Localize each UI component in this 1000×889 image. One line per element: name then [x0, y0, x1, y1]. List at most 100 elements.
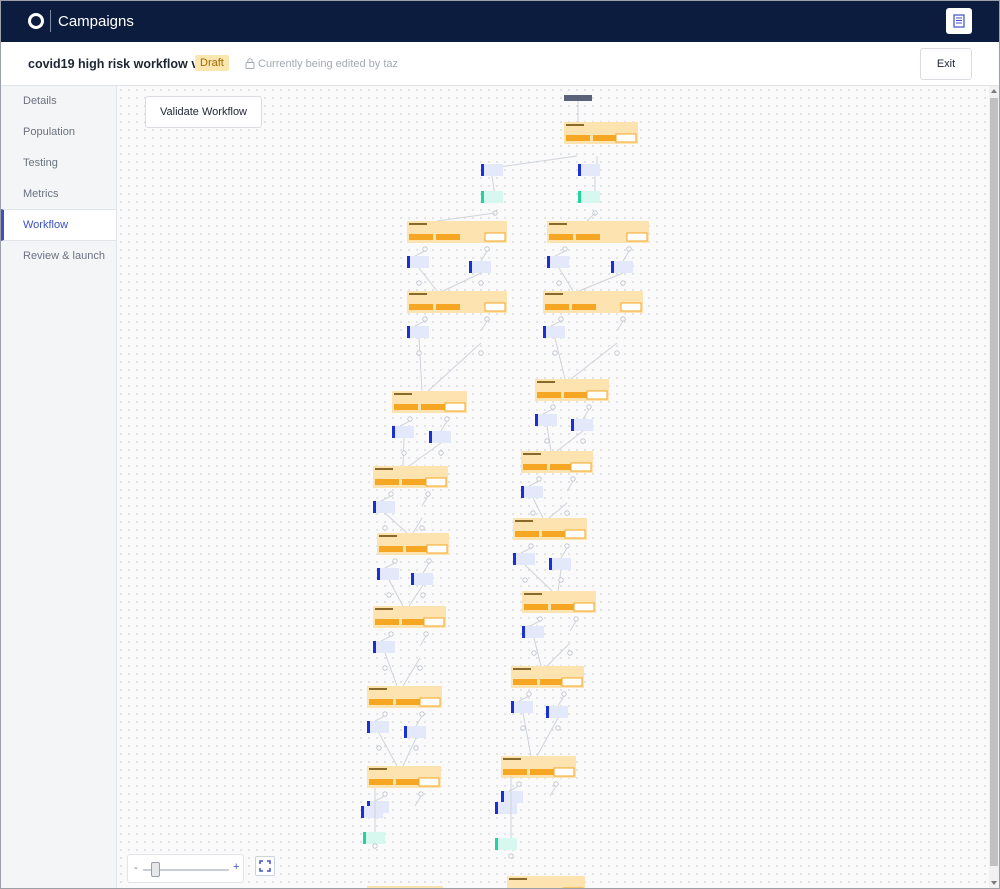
graph-port — [552, 350, 558, 356]
graph-edge — [491, 155, 578, 169]
graph-port — [418, 791, 424, 797]
action-node — [429, 431, 451, 443]
graph-port — [586, 404, 592, 410]
branch-button — [564, 392, 588, 398]
graph-port — [425, 491, 431, 497]
graph-port — [478, 280, 484, 286]
zoom-slider-handle[interactable] — [151, 862, 160, 877]
sidebar-item-review-launch[interactable]: Review & launch — [1, 241, 116, 272]
graph-edge — [427, 342, 482, 392]
action-node — [407, 326, 429, 338]
exit-button[interactable]: Exit — [920, 48, 972, 80]
validate-workflow-button[interactable]: Validate Workflow — [145, 96, 262, 128]
branch-button — [524, 604, 548, 610]
default-branch-button — [573, 602, 595, 612]
default-branch-button — [553, 767, 575, 777]
decision-node — [507, 876, 585, 888]
graph-edge — [480, 320, 488, 332]
action-node-marker — [404, 726, 407, 738]
graph-port — [562, 246, 568, 252]
branch-button — [523, 464, 547, 470]
graph-edge — [418, 337, 423, 392]
zoom-out-button[interactable]: - — [134, 862, 138, 874]
graph-port — [516, 781, 522, 787]
graph-edge — [421, 495, 429, 507]
graph-port — [561, 691, 567, 697]
graph-edge — [569, 620, 577, 632]
branch-button — [503, 769, 527, 775]
node-label — [369, 768, 387, 770]
default-branch-button — [425, 477, 447, 487]
graph-edge — [582, 408, 590, 420]
ring-logo-icon[interactable] — [28, 13, 44, 29]
scroll-thumb[interactable] — [990, 98, 998, 866]
graph-port — [620, 316, 626, 322]
end-node-marker — [495, 838, 498, 850]
graph-port — [376, 745, 382, 751]
graph-port — [484, 316, 490, 322]
graph-port — [528, 543, 534, 549]
branch-button — [593, 135, 617, 141]
node-label — [409, 223, 427, 225]
graph-edge — [402, 657, 421, 687]
node-label — [549, 223, 567, 225]
graph-edge — [529, 620, 541, 627]
node-label — [369, 688, 387, 690]
action-node — [392, 426, 414, 438]
graph-port — [556, 280, 562, 286]
graph-port — [422, 316, 428, 322]
end-node — [495, 838, 517, 850]
lock-icon — [245, 58, 255, 69]
graph-port — [573, 616, 579, 622]
graph-edge — [380, 635, 392, 642]
graph-edge — [418, 267, 438, 292]
action-node-marker — [522, 626, 525, 638]
vertical-scrollbar[interactable] — [989, 86, 999, 888]
branch-button — [540, 679, 564, 685]
branch-button — [542, 531, 566, 537]
branch-button — [369, 699, 393, 705]
sidebar-item-workflow[interactable]: Workflow — [1, 209, 116, 241]
default-branch-button — [444, 402, 466, 412]
branch-button — [402, 619, 426, 625]
default-branch-button — [564, 529, 586, 539]
zoom-in-button[interactable]: + — [233, 861, 239, 873]
action-node-marker — [495, 802, 498, 814]
graph-edge — [558, 267, 574, 292]
graph-edge — [536, 717, 559, 757]
graph-edge — [586, 212, 596, 222]
graph-port — [413, 745, 419, 751]
end-node — [363, 832, 385, 844]
scroll-down-arrow[interactable] — [991, 881, 997, 885]
graph-edge — [550, 320, 562, 327]
action-node-marker — [571, 419, 574, 431]
workflow-canvas[interactable]: Validate Workflow - + — [117, 86, 989, 888]
action-node — [373, 641, 395, 653]
default-branch-button — [586, 390, 608, 400]
branch-button — [402, 479, 426, 485]
action-node — [411, 573, 433, 585]
graph-edge — [548, 502, 568, 519]
node-label — [375, 608, 393, 610]
graph-port — [416, 280, 422, 286]
sidebar-item-population[interactable]: Population — [1, 117, 116, 148]
scroll-up-arrow[interactable] — [991, 89, 997, 93]
sidebar-item-metrics[interactable]: Metrics — [1, 179, 116, 210]
sidebar-item-details[interactable]: Details — [1, 86, 116, 117]
default-branch-button — [484, 302, 506, 312]
branch-button — [409, 304, 433, 310]
logo-divider — [50, 10, 51, 32]
graph-edge — [384, 512, 408, 534]
branch-button — [545, 304, 569, 310]
graph-port — [558, 316, 564, 322]
fit-to-screen-button[interactable] — [255, 856, 275, 876]
fit-to-screen-icon — [259, 860, 271, 872]
graph-edge — [440, 420, 448, 432]
graph-port — [382, 665, 388, 671]
action-node-marker — [407, 326, 410, 338]
branch-button — [551, 604, 575, 610]
action-node-marker — [535, 414, 538, 426]
branch-button — [513, 679, 537, 685]
sidebar-item-testing[interactable]: Testing — [1, 148, 116, 179]
document-button[interactable] — [946, 8, 972, 34]
